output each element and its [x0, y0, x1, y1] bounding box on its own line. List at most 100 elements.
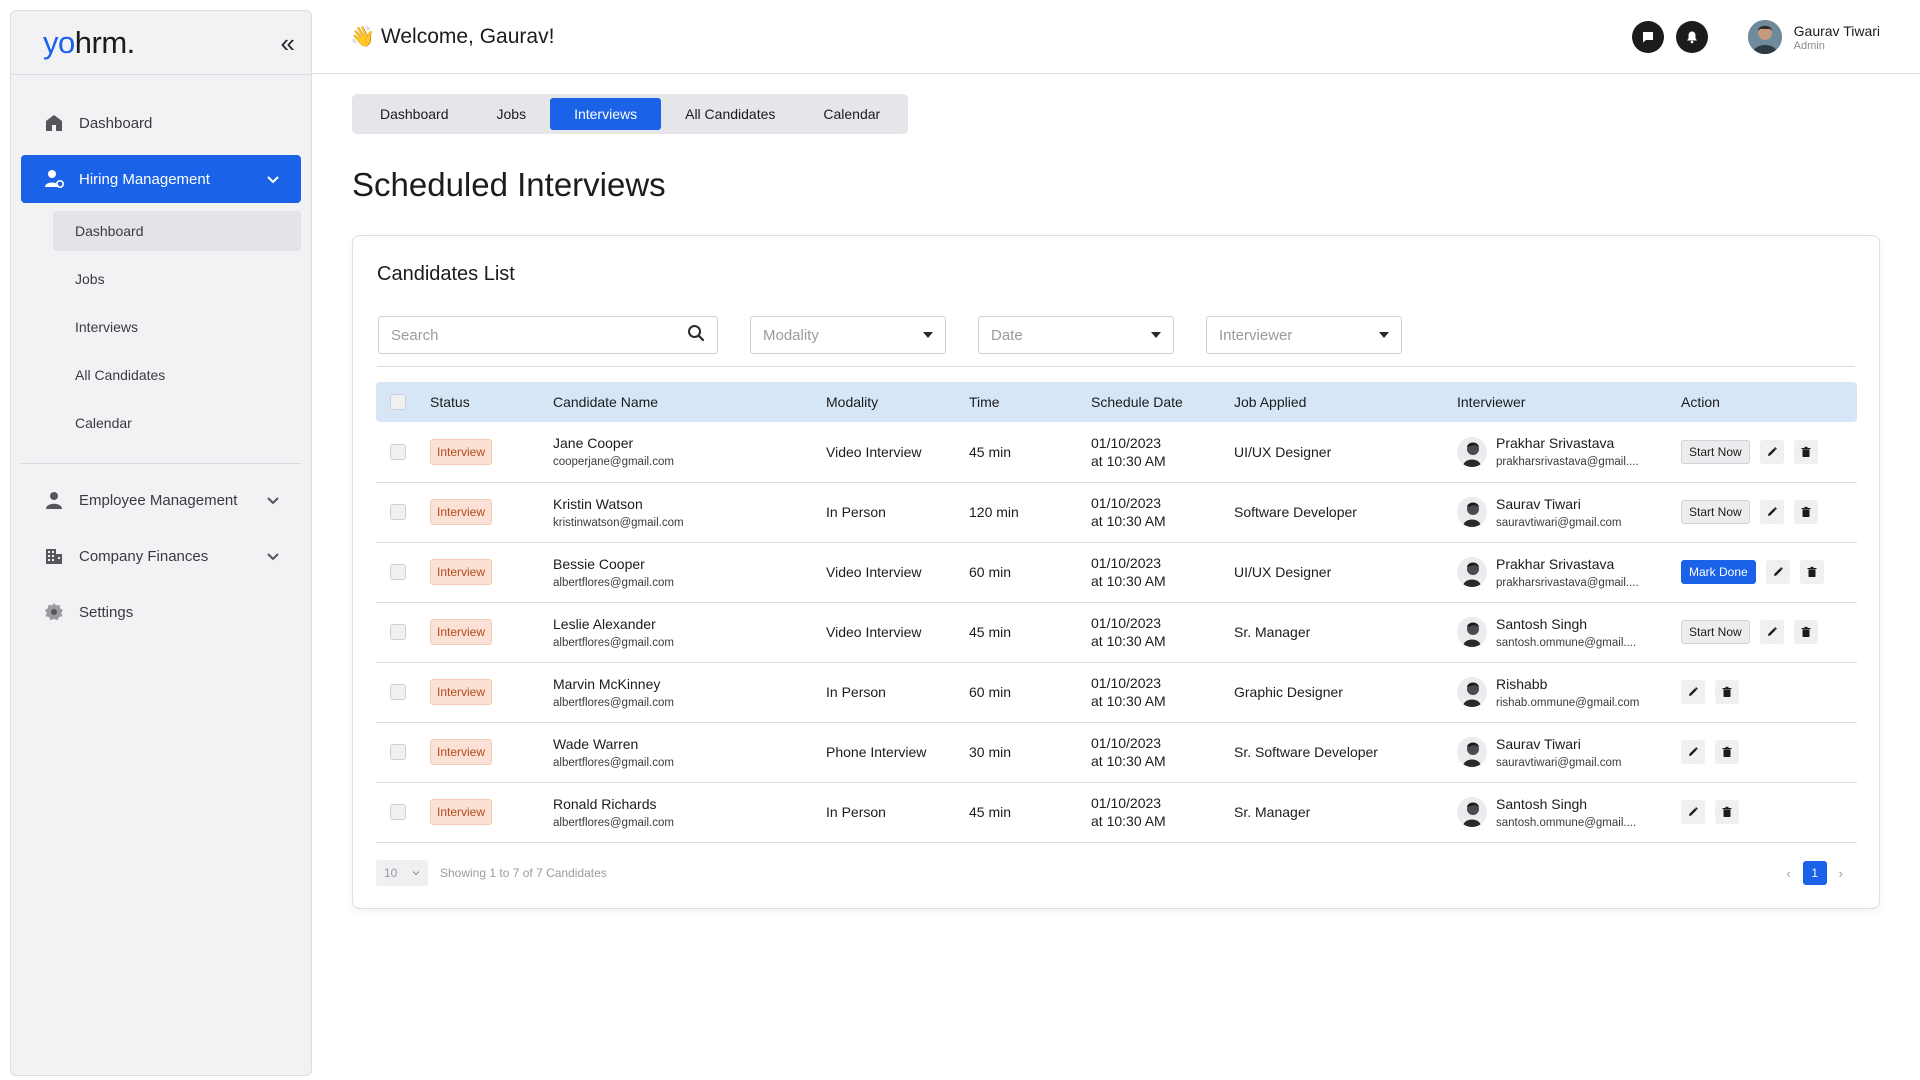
interviewer-select[interactable]: Interviewer [1206, 316, 1402, 354]
tab-dashboard[interactable]: Dashboard [356, 98, 473, 130]
chevron-down-icon[interactable] [265, 492, 281, 508]
edit-icon[interactable] [1759, 439, 1784, 464]
gear-icon [43, 601, 65, 623]
sidebar-item-settings[interactable]: Settings [21, 588, 301, 636]
logo-prefix: yo [43, 24, 75, 60]
schedule-date: 01/10/2023 [1091, 615, 1162, 631]
sidebar-item-hiring-management[interactable]: Hiring Management [21, 155, 301, 203]
column-header[interactable]: Candidate Name [553, 382, 826, 422]
schedule-time: at 10:30 AM [1091, 513, 1166, 529]
edit-icon[interactable] [1759, 620, 1784, 644]
user-icon [43, 489, 65, 511]
edit-icon[interactable] [1681, 680, 1705, 704]
start-now-button[interactable]: Start Now [1681, 620, 1750, 644]
submenu-item-jobs[interactable]: Jobs [53, 259, 301, 299]
prev-page-icon[interactable]: ‹ [1780, 866, 1796, 881]
time-cell: 60 min [969, 662, 1091, 723]
table-row[interactable]: Interview Bessie Cooper albertflores@gmail… [376, 542, 1857, 603]
row-checkbox[interactable] [390, 564, 406, 580]
table-row[interactable]: Interview Marvin McKinney albertflores@gma… [376, 662, 1857, 723]
delete-icon[interactable] [1715, 740, 1739, 764]
submenu-item-all-candidates[interactable]: All Candidates [53, 355, 301, 395]
table-row[interactable]: Interview Jane Cooper cooperjane@gmail.com… [376, 422, 1857, 483]
chevron-down-icon[interactable] [265, 548, 281, 564]
status-badge: Interview [430, 499, 493, 525]
row-actions: Start Now [1681, 620, 1857, 644]
next-page-icon[interactable]: › [1833, 866, 1849, 881]
delete-icon[interactable] [1799, 560, 1824, 584]
modality-select[interactable]: Modality [750, 316, 946, 354]
delete-icon[interactable] [1715, 800, 1739, 824]
row-actions [1681, 800, 1857, 824]
edit-icon[interactable] [1759, 500, 1784, 524]
job-cell: Sr. Software Developer [1234, 722, 1457, 783]
row-actions: Start Now [1681, 439, 1857, 464]
per-page-select[interactable]: 10 [376, 860, 428, 886]
mark-done-button[interactable]: Mark Done [1681, 560, 1756, 584]
column-header[interactable]: Interviewer [1457, 382, 1681, 422]
select-all-checkbox[interactable] [390, 394, 406, 410]
job-cell: Graphic Designer [1234, 662, 1457, 723]
interviewer-cell: Santosh Singh santosh.ommune@gmail.... [1457, 616, 1681, 649]
column-header[interactable]: Status [430, 382, 553, 422]
top-bar: 👋 Welcome, Gaurav! Gaurav Tiwari Admin [312, 0, 1920, 74]
tab-calendar[interactable]: Calendar [799, 98, 904, 130]
collapse-sidebar-icon[interactable]: « [281, 30, 295, 56]
row-checkbox[interactable] [390, 684, 406, 700]
bell-icon[interactable] [1675, 21, 1708, 53]
user-menu[interactable]: Gaurav Tiwari Admin [1747, 20, 1880, 54]
table-row[interactable]: Interview Wade Warren albertflores@gmail.c… [376, 722, 1857, 783]
row-actions [1681, 680, 1857, 704]
page-number[interactable]: 1 [1802, 861, 1827, 885]
search-input[interactable]: Search [378, 316, 718, 354]
table-row[interactable]: Interview Leslie Alexander albertflores@gm… [376, 602, 1857, 663]
hiring-icon [43, 168, 65, 190]
top-right-controls: Gaurav Tiwari Admin [1620, 20, 1880, 54]
submenu-item-interviews[interactable]: Interviews [53, 307, 301, 347]
table-row[interactable]: Interview Kristin Watson kristinwatson@gma… [376, 482, 1857, 543]
edit-icon[interactable] [1765, 560, 1790, 584]
logo[interactable]: yohrm. [43, 25, 135, 61]
delete-icon[interactable] [1793, 620, 1818, 644]
avatar [1457, 677, 1487, 707]
start-now-button[interactable]: Start Now [1681, 500, 1750, 524]
edit-icon[interactable] [1681, 740, 1705, 764]
interviewer-cell: Santosh Singh santosh.ommune@gmail.... [1457, 796, 1681, 829]
welcome-message: 👋 Welcome, Gaurav! [350, 24, 554, 49]
row-checkbox[interactable] [390, 624, 406, 640]
submenu-item-calendar[interactable]: Calendar [53, 403, 301, 443]
messages-icon[interactable] [1631, 21, 1664, 53]
delete-icon[interactable] [1715, 680, 1739, 704]
column-header[interactable]: Modality [826, 382, 969, 422]
row-checkbox[interactable] [390, 504, 406, 520]
delete-icon[interactable] [1793, 500, 1818, 524]
row-checkbox[interactable] [390, 804, 406, 820]
submenu-item-dashboard[interactable]: Dashboard [53, 211, 301, 251]
edit-icon[interactable] [1681, 800, 1705, 824]
start-now-button[interactable]: Start Now [1681, 439, 1750, 464]
date-select[interactable]: Date [978, 316, 1174, 354]
column-header: Action [1681, 394, 1720, 410]
sidebar-item-company-finances[interactable]: Company Finances [21, 532, 301, 580]
column-header[interactable]: Job Applied [1234, 382, 1457, 422]
candidate-email: kristinwatson@gmail.com [553, 516, 684, 529]
caret-down-icon [923, 332, 933, 338]
tab-jobs[interactable]: Jobs [473, 98, 551, 130]
row-checkbox[interactable] [390, 744, 406, 760]
column-header[interactable]: Schedule Date [1091, 382, 1234, 422]
search-placeholder: Search [391, 326, 439, 344]
per-page-value: 10 [384, 866, 398, 880]
row-checkbox[interactable] [390, 443, 406, 460]
table-row[interactable]: Interview Ronald Richards albertflores@gma… [376, 782, 1857, 843]
tab-interviews[interactable]: Interviews [550, 98, 662, 130]
sidebar-item-dashboard[interactable]: Dashboard [21, 99, 301, 147]
sidebar-item-employee-management[interactable]: Employee Management [21, 476, 301, 524]
search-icon [687, 324, 705, 346]
schedule-date: 01/10/2023 [1091, 735, 1162, 751]
sidebar-item-label: Dashboard [79, 114, 153, 132]
column-header[interactable]: Time [969, 382, 1091, 422]
tab-all-candidates[interactable]: All Candidates [661, 98, 799, 130]
chevron-down-icon[interactable] [265, 171, 281, 187]
interviewer-name: Saurav Tiwari [1496, 495, 1581, 512]
delete-icon[interactable] [1793, 439, 1818, 464]
